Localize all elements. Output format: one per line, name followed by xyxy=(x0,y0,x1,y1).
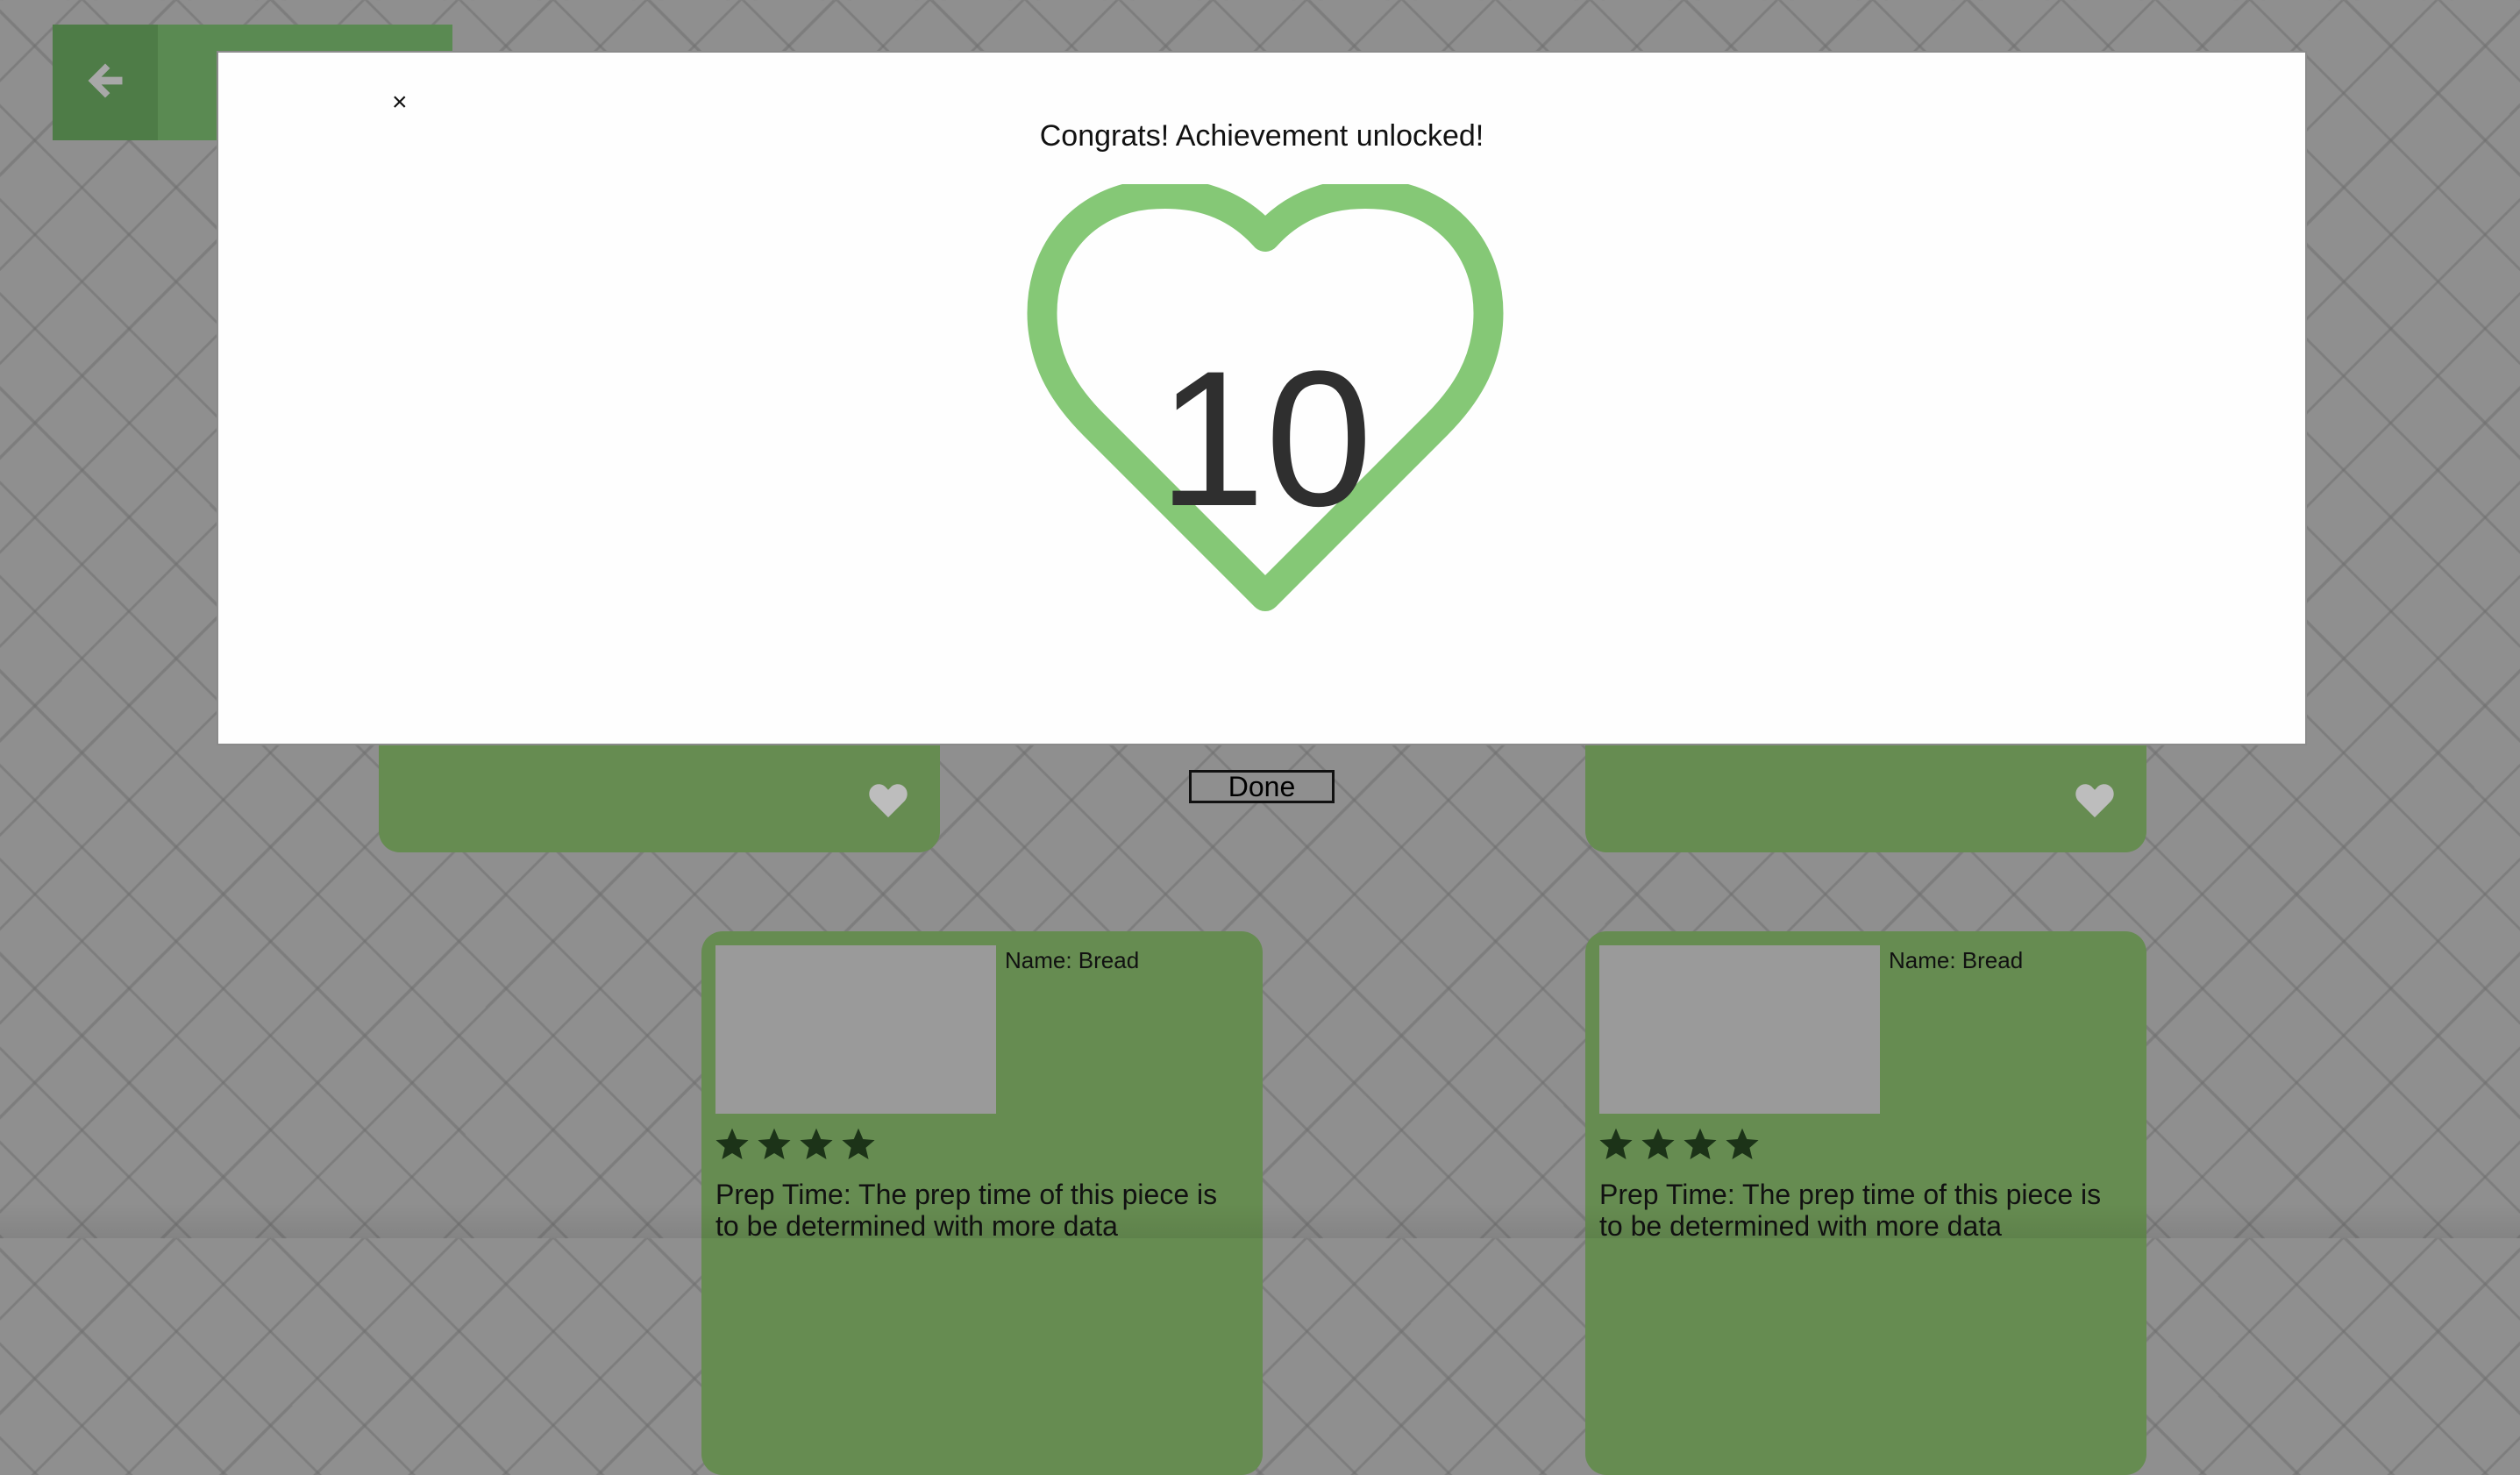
star-icon xyxy=(1682,1126,1719,1163)
star-icon xyxy=(840,1126,877,1163)
heart-outline-icon: 10 xyxy=(1011,179,1520,640)
rating-stars xyxy=(714,1126,877,1163)
close-icon[interactable]: × xyxy=(392,89,408,116)
achievement-count: 10 xyxy=(1157,331,1373,546)
favorite-heart-icon[interactable] xyxy=(868,782,908,819)
star-icon xyxy=(1724,1126,1761,1163)
rating-stars xyxy=(1598,1126,1761,1163)
prep-time-text: Prep Time: The prep time of this piece i… xyxy=(715,1179,1218,1242)
recipe-name: Name: Bread xyxy=(1005,947,1140,973)
star-icon xyxy=(714,1126,751,1163)
recipe-card[interactable]: Name: Bread Prep Time: The prep time of … xyxy=(701,931,1263,1475)
done-button[interactable]: Done xyxy=(1189,770,1335,803)
star-icon xyxy=(756,1126,793,1163)
recipe-image-placeholder xyxy=(715,945,996,1114)
recipe-card[interactable]: Name: Bread Prep Time: The prep time of … xyxy=(1585,931,2146,1475)
star-icon xyxy=(798,1126,835,1163)
star-icon xyxy=(1598,1126,1634,1163)
recipe-image-placeholder xyxy=(1599,945,1880,1114)
prep-time-text: Prep Time: The prep time of this piece i… xyxy=(1599,1179,2102,1242)
modal-title: Congrats! Achievement unlocked! xyxy=(1039,119,1484,153)
arrow-left-icon xyxy=(82,58,128,108)
star-icon xyxy=(1640,1126,1676,1163)
achievement-modal: × Congrats! Achievement unlocked! 10 xyxy=(217,51,2307,745)
recipe-name: Name: Bread xyxy=(1889,947,2024,973)
favorite-heart-icon[interactable] xyxy=(2075,782,2115,819)
back-button[interactable] xyxy=(53,25,158,140)
